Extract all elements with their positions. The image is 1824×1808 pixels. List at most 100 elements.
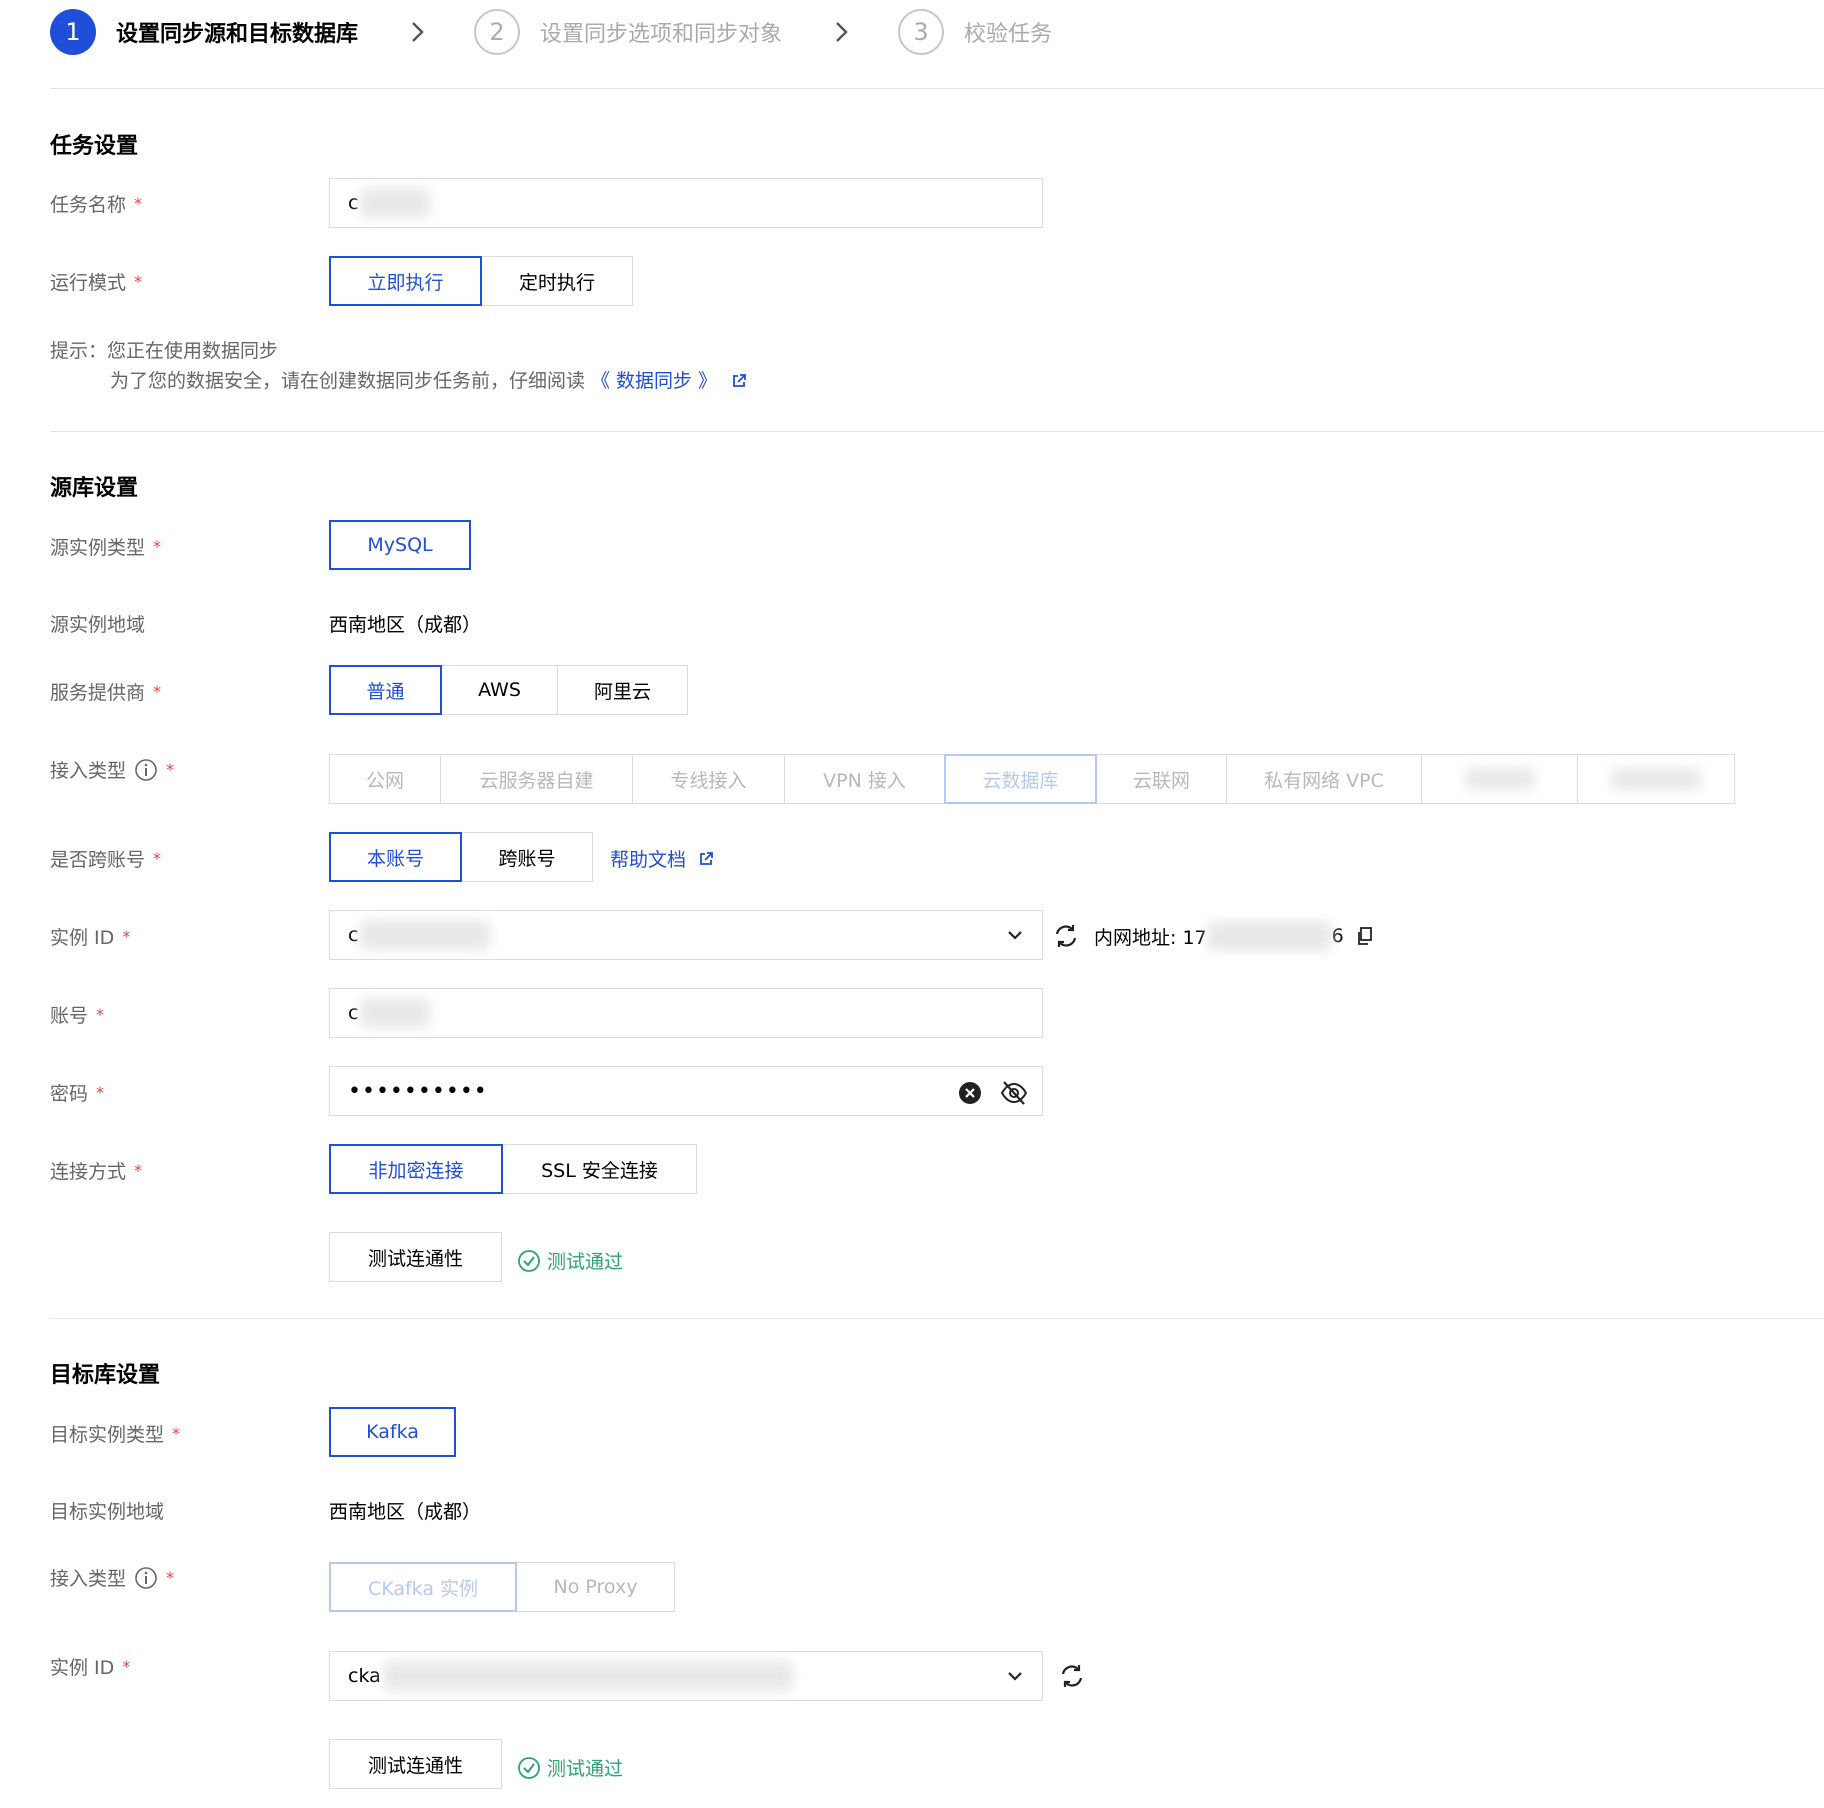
copy-icon[interactable]	[1356, 926, 1374, 946]
task-name-value: c	[348, 192, 359, 214]
target-region-label: 目标实例地域	[50, 1497, 164, 1524]
required-mark: *	[153, 682, 162, 701]
source-instance-value: c	[348, 924, 359, 946]
cross-account-self[interactable]: 本账号	[329, 832, 462, 882]
label-text: 连接方式	[50, 1161, 127, 1183]
account-label: 账号 *	[50, 1001, 104, 1028]
provider-normal[interactable]: 普通	[329, 665, 442, 715]
access-vpn[interactable]: VPN 接入	[784, 754, 945, 804]
chevron-right-icon	[410, 20, 426, 44]
required-mark: *	[134, 1161, 143, 1180]
hint-text: 为了您的数据安全，请在创建数据同步任务前，仔细阅读	[110, 370, 586, 392]
help-doc-link[interactable]: 帮助文档	[610, 845, 686, 872]
chevron-down-icon	[1006, 928, 1024, 942]
redacted-text	[1611, 768, 1701, 790]
step-1[interactable]: 1 设置同步源和目标数据库	[50, 9, 358, 55]
required-mark: *	[96, 1005, 105, 1024]
connection-segment: 非加密连接 SSL 安全连接	[329, 1144, 697, 1194]
required-mark: *	[153, 537, 162, 556]
target-test-button[interactable]: 测试连通性	[329, 1739, 502, 1789]
eye-off-icon[interactable]	[1000, 1080, 1028, 1106]
label-text: 是否跨账号	[50, 849, 146, 871]
access-cvm[interactable]: 云服务器自建	[440, 754, 633, 804]
run-mode-scheduled[interactable]: 定时执行	[481, 256, 633, 306]
account-input[interactable]: c	[329, 988, 1043, 1038]
provider-aws[interactable]: AWS	[441, 665, 558, 715]
source-region-label: 源实例地域	[50, 610, 145, 637]
access-cdb[interactable]: 云数据库	[944, 754, 1097, 804]
target-access-noproxy[interactable]: No Proxy	[516, 1562, 675, 1612]
run-mode-segment: 立即执行 定时执行	[329, 256, 633, 306]
password-label: 密码 *	[50, 1079, 104, 1106]
divider	[50, 1318, 1824, 1319]
task-section-title: 任务设置	[50, 134, 139, 159]
source-test-button[interactable]: 测试连通性	[329, 1232, 502, 1282]
cross-account-other[interactable]: 跨账号	[461, 832, 593, 882]
task-name-label: 任务名称 *	[50, 190, 142, 217]
step-3[interactable]: 3 校验任务	[898, 9, 1052, 55]
label-text: 源实例类型	[50, 537, 146, 559]
source-type-label: 源实例类型 *	[50, 533, 161, 560]
label-text: 目标实例类型	[50, 1424, 165, 1446]
target-region-value: 西南地区（成都）	[329, 1501, 482, 1523]
refresh-icon[interactable]	[1058, 1662, 1086, 1690]
step-1-number: 1	[50, 9, 96, 55]
refresh-icon[interactable]	[1052, 922, 1080, 950]
access-redacted-2[interactable]	[1577, 754, 1735, 804]
info-icon[interactable]	[134, 758, 158, 782]
hint-line-2: 为了您的数据安全，请在创建数据同步任务前，仔细阅读 《 数据同步 》	[50, 366, 747, 396]
access-redacted-1[interactable]	[1421, 754, 1578, 804]
step-bar: 1 设置同步源和目标数据库 2 设置同步选项和同步对象 3 校验任务	[50, 8, 1052, 56]
clear-icon[interactable]	[958, 1081, 982, 1105]
provider-aliyun[interactable]: 阿里云	[557, 665, 688, 715]
source-instance-extras: 内网地址: 17 6	[1052, 921, 1374, 951]
external-link-icon[interactable]	[698, 851, 714, 867]
access-ccn[interactable]: 云联网	[1096, 754, 1227, 804]
run-mode-immediate[interactable]: 立即执行	[329, 256, 482, 306]
help-doc-link-group[interactable]: 帮助文档	[610, 845, 714, 872]
password-input[interactable]: ••••••••••	[329, 1066, 1043, 1116]
run-mode-label: 运行模式 *	[50, 268, 142, 295]
required-mark: *	[122, 1657, 131, 1676]
source-test-result: 测试通过	[517, 1247, 623, 1274]
required-mark: *	[153, 849, 162, 868]
access-type-label: 接入类型 *	[50, 756, 174, 783]
target-type-segment: Kafka	[329, 1407, 456, 1457]
target-access-ckafka[interactable]: CKafka 实例	[329, 1562, 517, 1612]
intranet-address-prefix: 内网地址: 17	[1094, 926, 1207, 949]
access-dc[interactable]: 专线接入	[632, 754, 785, 804]
divider	[50, 88, 1824, 89]
chevron-down-icon	[1006, 1669, 1024, 1683]
step-2[interactable]: 2 设置同步选项和同步对象	[474, 9, 782, 55]
account-value: c	[348, 1002, 359, 1024]
label-text: 服务提供商	[50, 682, 146, 704]
label-text: 运行模式	[50, 272, 127, 294]
label-text: 账号	[50, 1005, 89, 1027]
source-type-mysql[interactable]: MySQL	[329, 520, 471, 570]
external-link-icon[interactable]	[731, 373, 747, 389]
provider-segment: 普通 AWS 阿里云	[329, 665, 688, 715]
target-section-title: 目标库设置	[50, 1363, 161, 1388]
target-test-result: 测试通过	[517, 1754, 623, 1781]
target-type-label: 目标实例类型 *	[50, 1420, 180, 1447]
info-icon[interactable]	[134, 1566, 158, 1590]
connection-plain[interactable]: 非加密连接	[329, 1144, 503, 1194]
source-instance-select[interactable]: c	[329, 910, 1043, 960]
hint-line-1: 提示：您正在使用数据同步	[50, 340, 279, 362]
target-instance-select[interactable]: cka	[329, 1651, 1043, 1701]
sync-hint: 提示：您正在使用数据同步 为了您的数据安全，请在创建数据同步任务前，仔细阅读 《…	[50, 336, 747, 396]
label-text: 接入类型	[50, 1568, 127, 1590]
redacted-text	[1464, 768, 1535, 790]
intranet-address-suffix: 6	[1331, 925, 1344, 947]
label-text: 源实例地域	[50, 614, 146, 636]
target-type-kafka[interactable]: Kafka	[329, 1407, 456, 1457]
page: 1 设置同步源和目标数据库 2 设置同步选项和同步对象 3 校验任务 任务设置 …	[0, 0, 1824, 1808]
target-access-label: 接入类型 *	[50, 1564, 174, 1591]
label-text: 接入类型	[50, 760, 127, 782]
access-public[interactable]: 公网	[329, 754, 441, 804]
connection-ssl[interactable]: SSL 安全连接	[502, 1144, 697, 1194]
access-vpc[interactable]: 私有网络 VPC	[1226, 754, 1422, 804]
task-name-input[interactable]: c	[329, 178, 1043, 228]
data-sync-doc-link[interactable]: 《 数据同步 》	[591, 366, 717, 396]
label-text: 密码	[50, 1083, 89, 1105]
